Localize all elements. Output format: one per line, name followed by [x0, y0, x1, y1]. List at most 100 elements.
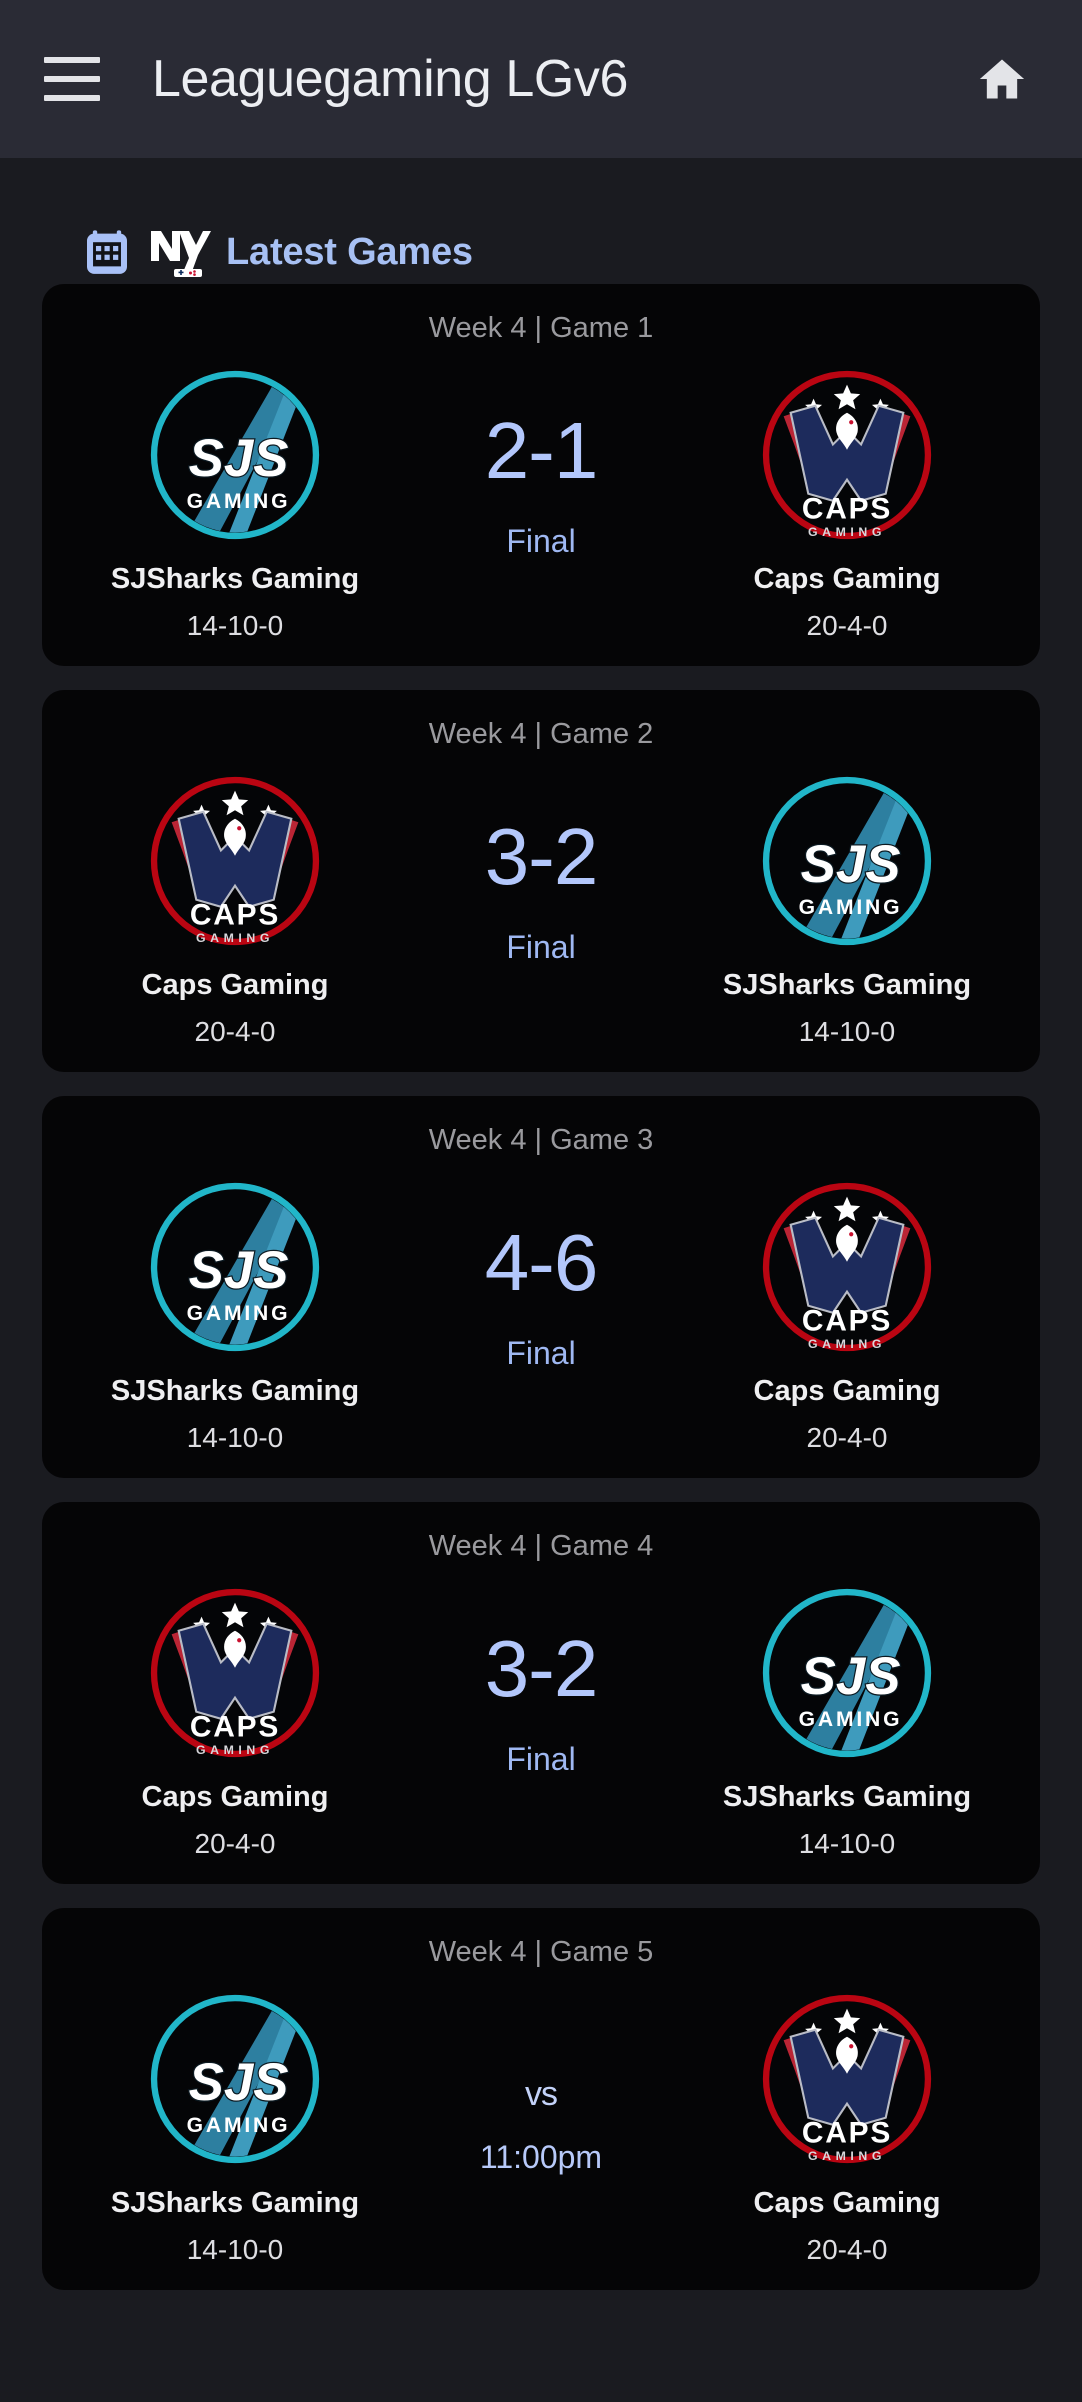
svg-text:GAMING: GAMING: [187, 490, 291, 513]
away-team[interactable]: CAPS GAMING Caps Gaming 20-4-0: [672, 1991, 1022, 2264]
game-status: 11:00pm: [479, 2139, 603, 2175]
calendar-icon: [87, 230, 127, 274]
home-team-record: 14-10-0: [186, 2234, 284, 2265]
home-team-name: SJSharks Gaming: [110, 2187, 360, 2219]
game-score: 3-2: [484, 812, 599, 901]
svg-text:GAMING: GAMING: [808, 2149, 886, 2163]
caps-logo-icon: CAPS GAMING: [762, 1182, 932, 1352]
game-meta: Week 4 | Game 3: [428, 1124, 654, 1156]
game-card[interactable]: Week 4 | Game 1 SJS GAMING SJSharks Gami…: [42, 284, 1040, 666]
game-card-body: CAPS GAMING Caps Gaming 20-4-0 3-2 Final: [60, 1569, 1022, 1858]
home-team[interactable]: SJS GAMING SJSharks Gaming 14-10-0: [60, 1991, 410, 2264]
home-team[interactable]: SJS GAMING SJSharks Gaming 14-10-0: [60, 367, 410, 640]
sjsharks-logo-icon: SJS GAMING: [150, 370, 320, 540]
svg-text:GAMING: GAMING: [799, 896, 903, 919]
game-card[interactable]: Week 4 | Game 5 SJS GAMING SJSharks Gami…: [42, 1908, 1040, 2290]
svg-text:CAPS: CAPS: [802, 2116, 892, 2149]
sjsharks-logo-icon: SJS GAMING: [150, 1182, 320, 1352]
home-team-name: SJSharks Gaming: [110, 563, 360, 595]
sjsharks-logo-icon: SJS GAMING: [762, 776, 932, 946]
caps-logo-icon: CAPS GAMING: [762, 1994, 932, 2164]
ny-league-logo: [151, 231, 211, 277]
svg-text:CAPS: CAPS: [190, 1710, 280, 1743]
home-team-record: 14-10-0: [186, 1422, 284, 1453]
game-score: 3-2: [484, 1624, 599, 1713]
svg-text:GAMING: GAMING: [808, 1337, 886, 1351]
section-title: Latest Games: [226, 231, 473, 273]
away-team-name: Caps Gaming: [753, 1375, 941, 1407]
svg-text:SJS: SJS: [189, 2053, 289, 2112]
svg-text:CAPS: CAPS: [190, 898, 280, 931]
hamburger-menu-icon[interactable]: [44, 57, 100, 101]
svg-text:SJS: SJS: [189, 1241, 289, 1300]
game-card-body: SJS GAMING SJSharks Gaming 14-10-0 2-1 F…: [60, 351, 1022, 640]
away-team-name: Caps Gaming: [753, 2187, 941, 2219]
game-score-block: 2-1 Final: [411, 367, 671, 559]
svg-text:GAMING: GAMING: [808, 525, 886, 539]
game-meta: Week 4 | Game 1: [428, 312, 654, 344]
game-status: Final: [506, 1741, 576, 1777]
away-team-record: 14-10-0: [798, 1828, 896, 1859]
home-team-name: Caps Gaming: [141, 969, 329, 1001]
away-team-name: SJSharks Gaming: [722, 969, 972, 1001]
home-team[interactable]: SJS GAMING SJSharks Gaming 14-10-0: [60, 1179, 410, 1452]
home-team-record: 14-10-0: [186, 610, 284, 641]
svg-text:CAPS: CAPS: [802, 492, 892, 525]
home-team-record: 20-4-0: [194, 1016, 276, 1047]
home-team[interactable]: CAPS GAMING Caps Gaming 20-4-0: [60, 773, 410, 1046]
game-meta: Week 4 | Game 2: [428, 718, 654, 750]
game-score-block: 3-2 Final: [411, 773, 671, 965]
caps-logo-icon: CAPS GAMING: [150, 776, 320, 946]
svg-text:GAMING: GAMING: [196, 931, 274, 945]
away-team-record: 20-4-0: [806, 2234, 888, 2265]
game-meta: Week 4 | Game 4: [428, 1530, 654, 1562]
svg-text:GAMING: GAMING: [196, 1743, 274, 1757]
away-team-record: 14-10-0: [798, 1016, 896, 1047]
game-score-block: 4-6 Final: [411, 1179, 671, 1371]
away-team-name: Caps Gaming: [753, 563, 941, 595]
caps-logo-icon: CAPS GAMING: [762, 370, 932, 540]
hamburger-bar-3: [44, 95, 100, 101]
svg-text:GAMING: GAMING: [799, 1708, 903, 1731]
sjsharks-logo-icon: SJS GAMING: [150, 1994, 320, 2164]
svg-text:SJS: SJS: [801, 1647, 901, 1706]
sjsharks-logo-icon: SJS GAMING: [762, 1588, 932, 1758]
away-team[interactable]: CAPS GAMING Caps Gaming 20-4-0: [672, 1179, 1022, 1452]
game-card[interactable]: Week 4 | Game 3 SJS GAMING SJSharks Gami…: [42, 1096, 1040, 1478]
app-bar: Leaguegaming LGv6: [0, 0, 1082, 158]
game-meta: Week 4 | Game 5: [428, 1936, 654, 1968]
caps-logo-icon: CAPS GAMING: [150, 1588, 320, 1758]
game-status: Final: [506, 1335, 576, 1371]
home-team-name: Caps Gaming: [141, 1781, 329, 1813]
away-team[interactable]: SJS GAMING SJSharks Gaming 14-10-0: [672, 773, 1022, 1046]
game-status: Final: [506, 523, 576, 559]
home-team-record: 20-4-0: [194, 1828, 276, 1859]
away-team-record: 20-4-0: [806, 610, 888, 641]
game-card-body: SJS GAMING SJSharks Gaming 14-10-0 4-6 F…: [60, 1163, 1022, 1452]
home-team[interactable]: CAPS GAMING Caps Gaming 20-4-0: [60, 1585, 410, 1858]
svg-text:SJS: SJS: [189, 429, 289, 488]
app-title: Leaguegaming LGv6: [152, 50, 629, 108]
game-card-body: CAPS GAMING Caps Gaming 20-4-0 3-2 Final: [60, 757, 1022, 1046]
home-team-name: SJSharks Gaming: [110, 1375, 360, 1407]
game-card[interactable]: Week 4 | Game 2 CAPS GAMING Caps Gaming …: [42, 690, 1040, 1072]
svg-text:GAMING: GAMING: [187, 1302, 291, 1325]
latest-games-header: Latest Games: [0, 158, 1082, 284]
game-score: vs: [525, 2075, 558, 2113]
away-team-record: 20-4-0: [806, 1422, 888, 1453]
game-score-block: 3-2 Final: [411, 1585, 671, 1777]
away-team[interactable]: SJS GAMING SJSharks Gaming 14-10-0: [672, 1585, 1022, 1858]
home-icon[interactable]: [974, 53, 1030, 105]
game-score-block: vs 11:00pm: [411, 1991, 671, 2173]
away-team[interactable]: CAPS GAMING Caps Gaming 20-4-0: [672, 367, 1022, 640]
game-card-body: SJS GAMING SJSharks Gaming 14-10-0 vs 11…: [60, 1975, 1022, 2264]
svg-text:GAMING: GAMING: [187, 2114, 291, 2137]
game-score: 4-6: [484, 1218, 599, 1307]
games-list: Week 4 | Game 1 SJS GAMING SJSharks Gami…: [0, 284, 1082, 2290]
svg-text:SJS: SJS: [801, 835, 901, 894]
game-card[interactable]: Week 4 | Game 4 CAPS GAMING Caps Gaming …: [42, 1502, 1040, 1884]
hamburger-bar-2: [44, 76, 100, 82]
away-team-name: SJSharks Gaming: [722, 1781, 972, 1813]
game-status: Final: [506, 929, 576, 965]
game-score: 2-1: [484, 406, 599, 495]
